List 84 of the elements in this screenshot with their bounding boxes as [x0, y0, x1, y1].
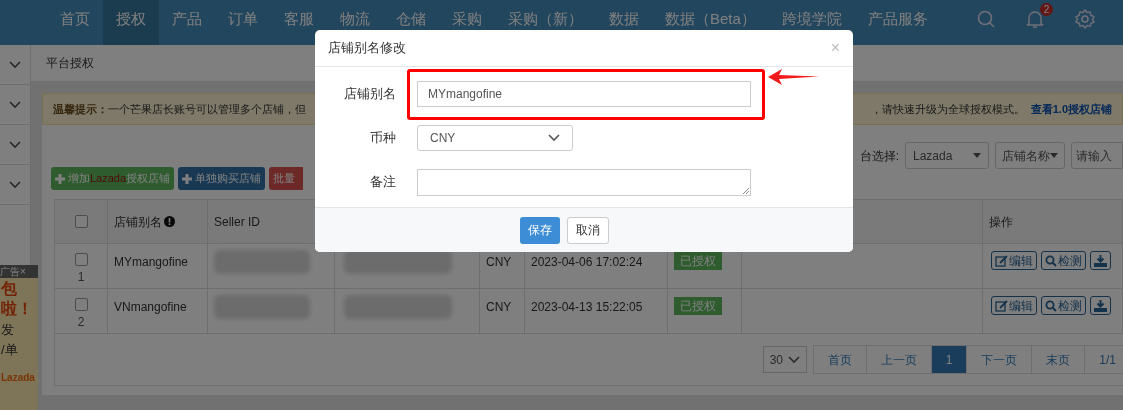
download-button[interactable]	[1090, 296, 1111, 315]
page-size-select[interactable]: 30	[762, 346, 807, 373]
row-number: 2	[77, 314, 85, 331]
notification-badge: 2	[1040, 2, 1053, 16]
ad-text: 包	[1, 280, 17, 298]
chevron-icon[interactable]	[9, 60, 21, 69]
edit-icon	[995, 299, 1008, 312]
cancel-button[interactable]: 取消	[566, 216, 609, 244]
alert-link[interactable]: 查看1.0授权店铺	[1030, 100, 1112, 118]
shop-alias: VNmangofine	[114, 300, 187, 314]
column-header: 店铺别名	[114, 213, 162, 231]
info-icon	[164, 216, 175, 227]
field-select[interactable]: 店铺名称	[995, 142, 1065, 169]
nav-tab[interactable]: 产品服务	[854, 0, 941, 45]
bell-icon[interactable]	[1025, 8, 1045, 29]
edit-button[interactable]: 编辑	[991, 251, 1037, 270]
nav-tab[interactable]: 订单	[215, 0, 271, 45]
ad-text: 啦！	[1, 299, 33, 318]
filter-label: 台选择:	[859, 147, 899, 165]
remark-field[interactable]	[417, 168, 751, 196]
search-icon[interactable]	[977, 9, 995, 28]
edit-icon	[995, 254, 1008, 267]
search-icon	[1045, 254, 1057, 267]
chevron-icon[interactable]	[9, 180, 21, 189]
close-button[interactable]: ×	[830, 40, 840, 56]
alert-text: 温馨提示：一个芒果店长账号可以管理多个店铺，但	[53, 101, 306, 117]
row-number: 1	[77, 269, 85, 286]
alert-text: ，请快速升级为全球授权模式。	[870, 101, 1025, 117]
field-label: 备注	[369, 173, 396, 192]
download-icon	[1094, 254, 1107, 267]
chevron-icon[interactable]	[9, 140, 21, 149]
currency: CNY	[486, 255, 512, 269]
buy-shop-button[interactable]: 单独购买店铺	[178, 167, 266, 190]
currency: CNY	[486, 300, 512, 314]
field-label: 币种	[369, 129, 396, 148]
status-badge: 已授权	[674, 297, 722, 315]
plus-icon	[55, 173, 65, 184]
check-button[interactable]: 检测	[1041, 296, 1086, 315]
batch-delete-button[interactable]: 批量	[269, 167, 304, 190]
dialog-title: 店铺别名修改	[328, 39, 406, 58]
column-header: Seller ID	[214, 213, 260, 231]
caret-icon	[1050, 153, 1058, 158]
page-button[interactable]: 1/1	[1084, 345, 1123, 374]
status-badge: 已授权	[674, 252, 722, 270]
currency-select[interactable]: CNY	[417, 125, 573, 151]
settings-icon[interactable]	[1075, 8, 1095, 29]
search-field[interactable]: 请输入	[1071, 142, 1123, 169]
field-label: 店铺别名	[343, 85, 396, 104]
page-button[interactable]: 下一页	[966, 345, 1033, 374]
date-text: 2023-04-06 17:02:24	[531, 255, 643, 269]
chevron-icon[interactable]	[9, 100, 21, 109]
check-button[interactable]: 检测	[1041, 251, 1086, 270]
column-header: 操作	[989, 213, 1013, 231]
chevron-icon[interactable]	[787, 355, 800, 364]
ad-text: Lazada	[1, 371, 35, 383]
shop-alias: MYmangofine	[114, 255, 189, 269]
checkbox[interactable]	[74, 298, 88, 311]
nav-tab[interactable]: 产品	[159, 0, 215, 45]
checkbox[interactable]	[74, 215, 88, 228]
plus-icon	[182, 173, 193, 184]
chevron-icon[interactable]	[548, 134, 560, 142]
add-shop-button[interactable]: 增加Lazada授权店铺	[51, 167, 175, 190]
download-icon	[1094, 299, 1107, 312]
checkbox[interactable]	[74, 253, 88, 266]
search-icon	[1045, 299, 1057, 312]
nav-tab[interactable]: 首页	[47, 0, 103, 45]
nav-tab[interactable]: 客服	[271, 0, 327, 45]
save-button[interactable]: 保存	[519, 216, 560, 244]
platform-select[interactable]: Lazada	[905, 142, 989, 169]
ad-close-button[interactable]: ×	[20, 265, 26, 278]
shop-alias-field[interactable]: MYmangofine	[417, 81, 751, 107]
ad-text: /单	[1, 343, 18, 358]
page-button[interactable]: 首页	[812, 345, 867, 374]
ad-text: 发	[1, 323, 14, 338]
download-button[interactable]	[1090, 251, 1111, 270]
breadcrumb: 平台授权	[46, 55, 94, 72]
date-text: 2023-04-13 15:22:05	[531, 300, 643, 314]
page-button[interactable]: 末页	[1031, 345, 1086, 374]
edit-button[interactable]: 编辑	[991, 296, 1037, 315]
arrow-icon	[768, 69, 819, 85]
page-button[interactable]: 上一页	[865, 345, 932, 374]
resize-handle-icon[interactable]	[742, 186, 749, 194]
nav-tab[interactable]: 授权	[103, 0, 159, 45]
caret-icon	[973, 153, 981, 158]
